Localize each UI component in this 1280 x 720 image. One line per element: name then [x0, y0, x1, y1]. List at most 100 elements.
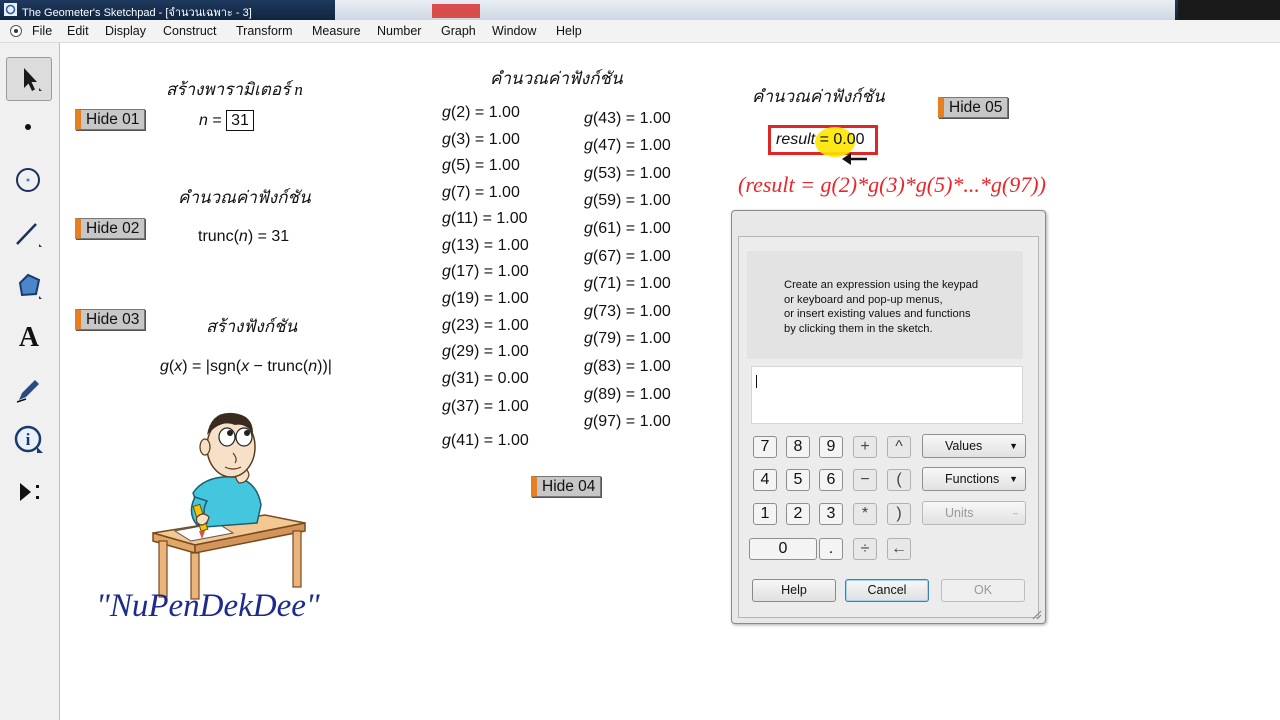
g-value-row[interactable]: g(41) = 1.00 — [442, 432, 529, 450]
menu-file[interactable]: File — [32, 24, 52, 38]
g-value-row[interactable]: g(61) = 1.00 — [584, 220, 671, 238]
menu-graph[interactable]: Graph — [441, 24, 476, 38]
arrow-select-tool[interactable] — [6, 57, 52, 101]
menu-window[interactable]: Window — [492, 24, 536, 38]
g-arg: (53) = — [592, 165, 640, 182]
g-value-row[interactable]: g(89) = 1.00 — [584, 386, 671, 404]
key-7[interactable]: 7 — [753, 436, 777, 458]
g-value-row[interactable]: g(97) = 1.00 — [584, 413, 671, 431]
close-button[interactable] — [432, 4, 480, 18]
help-button[interactable]: Help — [752, 579, 836, 602]
expression-field[interactable] — [751, 366, 1023, 424]
dropdown-arrow-icon: ▼ — [1009, 441, 1018, 451]
key-close-paren[interactable]: ) — [887, 503, 911, 525]
result-measurement[interactable]: result = 0.00 — [776, 131, 865, 149]
key-9[interactable]: 9 — [819, 436, 843, 458]
g-value-row[interactable]: g(37) = 1.00 — [442, 398, 529, 416]
g-value-row[interactable]: g(3) = 1.00 — [442, 131, 520, 149]
g-value-row[interactable]: g(73) = 1.00 — [584, 303, 671, 321]
g-func-name: g — [442, 237, 451, 254]
menu-construct[interactable]: Construct — [163, 24, 217, 38]
key-multiply[interactable]: * — [853, 503, 877, 525]
information-tool-icon: i — [14, 425, 43, 453]
g-arg: (83) = — [592, 358, 640, 375]
key-4[interactable]: 4 — [753, 469, 777, 491]
g-value-row[interactable]: g(31) = 0.00 — [442, 370, 529, 388]
g-func-name: g — [584, 248, 593, 265]
g-arg: (97) = — [592, 413, 640, 430]
hide-05-button[interactable]: Hide 05 — [938, 97, 1009, 118]
g-func-name: g — [584, 358, 593, 375]
compass-tool[interactable] — [6, 158, 52, 202]
text-tool[interactable]: A — [6, 316, 52, 360]
hide-04-button[interactable]: Hide 04 — [531, 476, 602, 497]
key-power[interactable]: ^ — [887, 436, 911, 458]
g-value-row[interactable]: g(53) = 1.00 — [584, 165, 671, 183]
key-divide[interactable]: ÷ — [853, 538, 877, 560]
key-2[interactable]: 2 — [786, 503, 810, 525]
g-value-row[interactable]: g(17) = 1.00 — [442, 263, 529, 281]
key-decimal[interactable]: . — [819, 538, 843, 560]
menu-measure[interactable]: Measure — [312, 24, 361, 38]
g-value-row[interactable]: g(19) = 1.00 — [442, 290, 529, 308]
hide-02-button[interactable]: Hide 02 — [75, 218, 146, 239]
key-minus[interactable]: − — [853, 469, 877, 491]
key-0[interactable]: 0 — [749, 538, 817, 560]
key-8[interactable]: 8 — [786, 436, 810, 458]
g-func-name: g — [442, 157, 451, 174]
g-value-row[interactable]: g(11) = 1.00 — [442, 210, 528, 228]
polygon-tool[interactable] — [6, 264, 52, 308]
g-value-row[interactable]: g(79) = 1.00 — [584, 330, 671, 348]
g-value-row[interactable]: g(59) = 1.00 — [584, 192, 671, 210]
g-arg: (73) = — [592, 303, 640, 320]
ok-button[interactable]: OK — [941, 579, 1025, 602]
func-var2: x — [241, 358, 250, 375]
menu-display[interactable]: Display — [105, 24, 146, 38]
menu-transform[interactable]: Transform — [236, 24, 293, 38]
hide-01-button[interactable]: Hide 01 — [75, 109, 146, 130]
menu-bar: File Edit Display Construct Transform Me… — [0, 20, 1280, 43]
function-g-definition[interactable]: g(x) = |sgn(x − trunc(n))| — [160, 358, 332, 376]
g-value-row[interactable]: g(71) = 1.00 — [584, 275, 671, 293]
menu-edit[interactable]: Edit — [67, 24, 89, 38]
g-value-row[interactable]: g(83) = 1.00 — [584, 358, 671, 376]
hide-03-button[interactable]: Hide 03 — [75, 309, 146, 330]
trunc-measurement[interactable]: trunc(n) = 31 — [198, 228, 289, 246]
parameter-n[interactable]: n = 31 — [199, 110, 254, 131]
functions-menu-button[interactable]: Functions ▼ — [922, 467, 1026, 491]
g-value-row[interactable]: g(67) = 1.00 — [584, 248, 671, 266]
menu-help[interactable]: Help — [556, 24, 582, 38]
g-func-name: g — [442, 290, 451, 307]
key-3[interactable]: 3 — [819, 503, 843, 525]
trunc-post: ) = 31 — [247, 228, 290, 245]
g-value-row[interactable]: g(47) = 1.00 — [584, 137, 671, 155]
cancel-button[interactable]: Cancel — [845, 579, 929, 602]
key-1[interactable]: 1 — [753, 503, 777, 525]
custom-tool[interactable] — [6, 470, 52, 514]
g-arg: (59) = — [592, 192, 640, 209]
g-value-row[interactable]: g(29) = 1.00 — [442, 343, 529, 361]
g-value-row[interactable]: g(43) = 1.00 — [584, 110, 671, 128]
key-plus[interactable]: + — [853, 436, 877, 458]
g-value-row[interactable]: g(7) = 1.00 — [442, 184, 520, 202]
marker-tool[interactable] — [6, 367, 52, 411]
parameter-value-box[interactable]: 31 — [226, 110, 254, 131]
g-func-name: g — [584, 413, 593, 430]
key-5[interactable]: 5 — [786, 469, 810, 491]
document-icon[interactable] — [10, 25, 22, 37]
g-value-row[interactable]: g(23) = 1.00 — [442, 317, 529, 335]
g-value-row[interactable]: g(13) = 1.00 — [442, 237, 529, 255]
straightedge-tool[interactable] — [6, 212, 52, 256]
menu-number[interactable]: Number — [377, 24, 421, 38]
g-func-name: g — [442, 398, 451, 415]
information-tool[interactable]: i — [6, 418, 52, 462]
point-tool[interactable] — [6, 105, 52, 149]
g-value-row[interactable]: g(5) = 1.00 — [442, 157, 520, 175]
key-6[interactable]: 6 — [819, 469, 843, 491]
g-value-row[interactable]: g(2) = 1.00 — [442, 104, 520, 122]
values-menu-button[interactable]: Values ▼ — [922, 434, 1026, 458]
key-open-paren[interactable]: ( — [887, 469, 911, 491]
resize-grip-icon[interactable] — [1030, 608, 1042, 620]
units-menu-button[interactable]: Units – — [922, 501, 1026, 525]
key-backspace[interactable]: ← — [887, 538, 911, 560]
